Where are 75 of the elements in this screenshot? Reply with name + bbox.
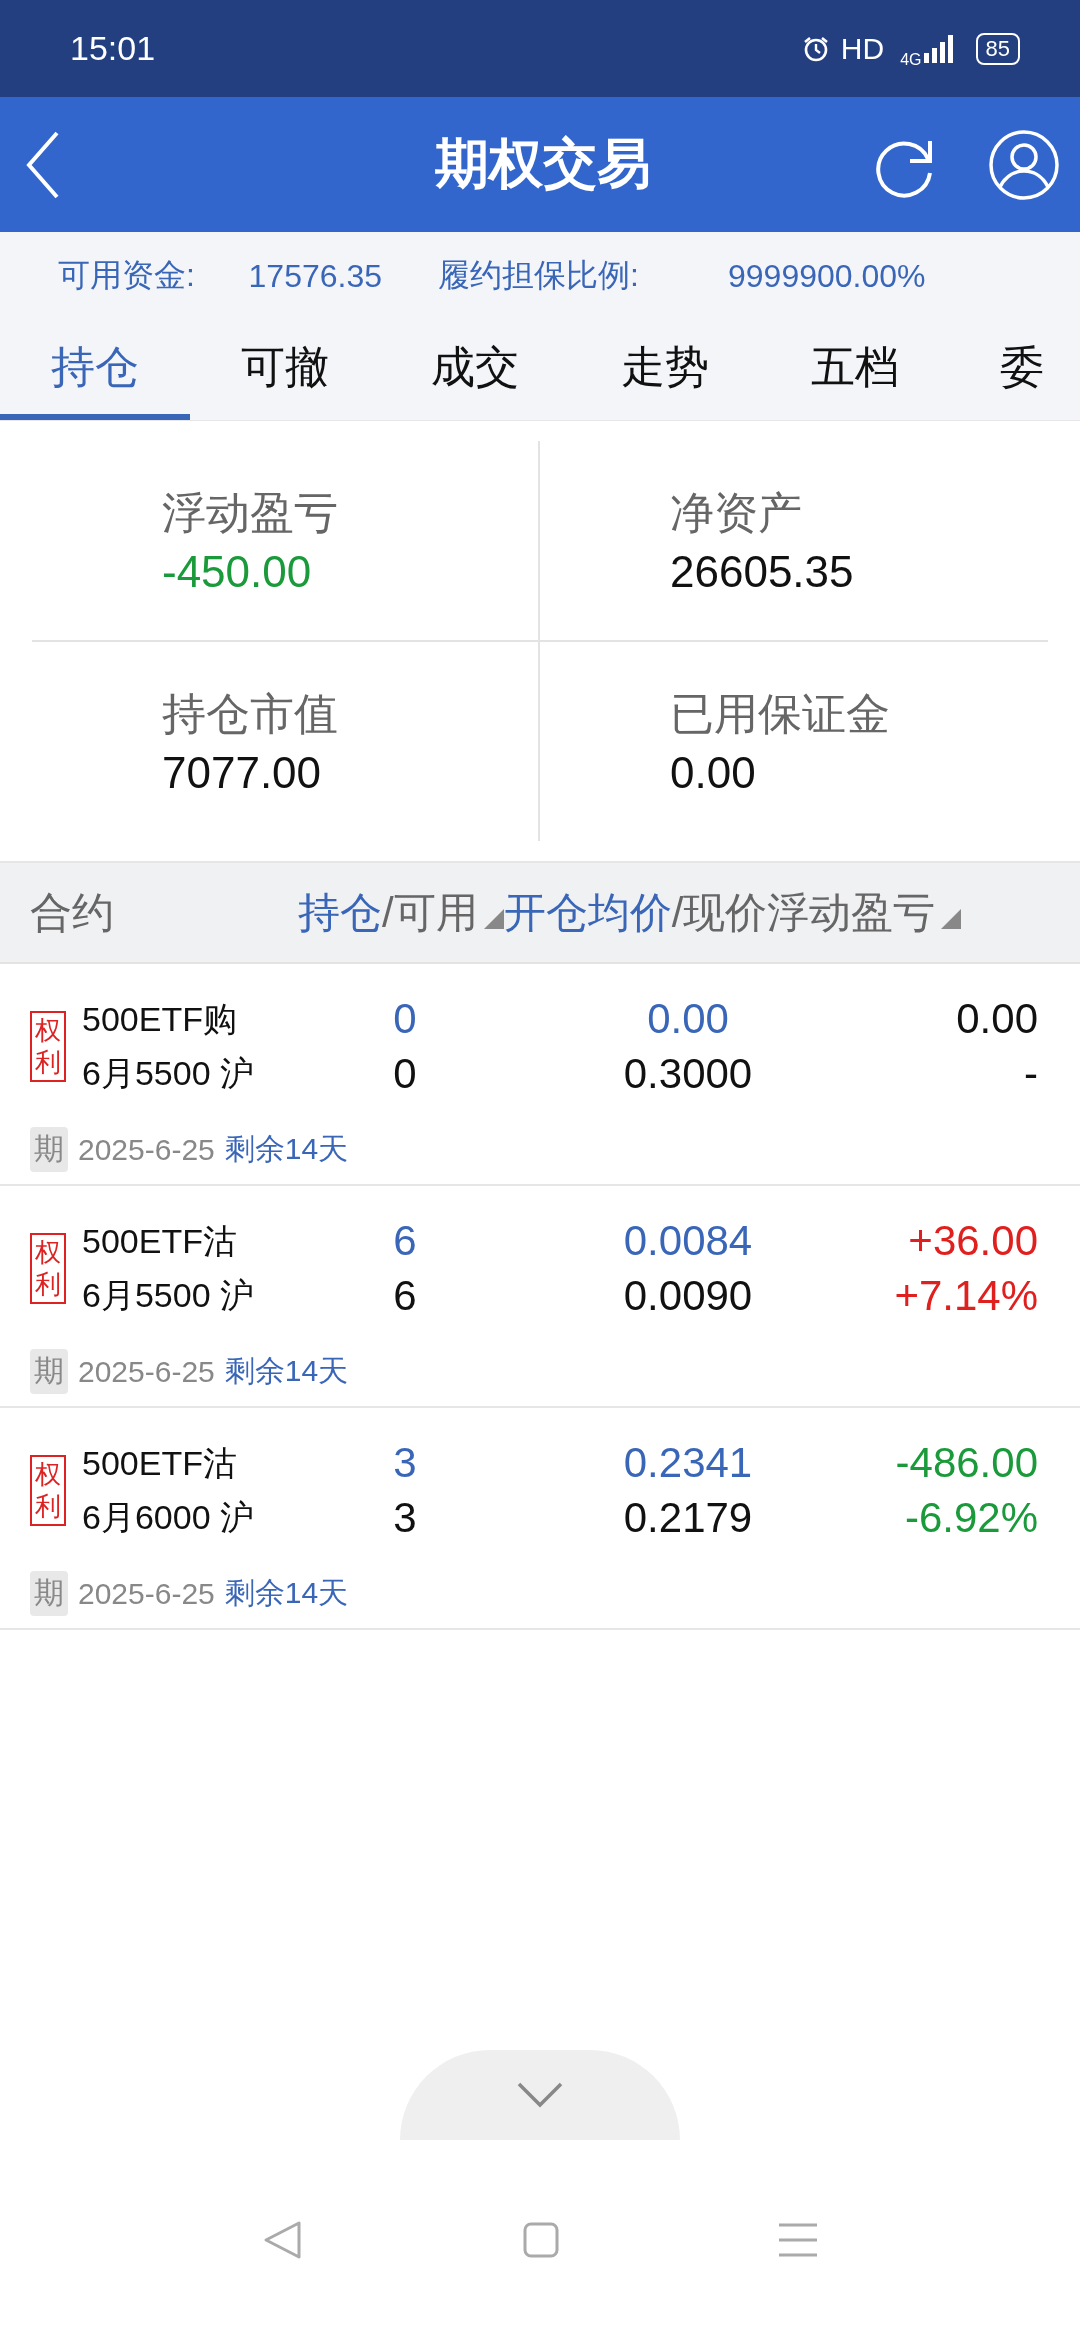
days-remaining: 剩余14天 [224, 1131, 349, 1168]
position-qty: 6 [392, 1216, 418, 1266]
expiry-tag: 期 [30, 1349, 68, 1395]
account-value: 9999900.00% [728, 257, 926, 295]
available-qty: 0 [392, 1048, 418, 1099]
sort-icon[interactable] [941, 908, 962, 929]
contract-name: 500ETF沽 [82, 1220, 238, 1262]
position-row[interactable]: 权利 500ETF购 6月5500 沪 0 0 0.00 0.3000 0.00 - 期 2025-6-25 剩余14天 [0, 964, 1080, 1186]
user-icon[interactable] [988, 128, 1060, 201]
back-icon[interactable] [25, 129, 61, 200]
home-icon[interactable] [523, 2222, 559, 2258]
tab[interactable]: 走势 [570, 320, 760, 420]
option-badge: 权利 [30, 1455, 66, 1526]
column-heading[interactable]: 浮动盈亏 [767, 884, 936, 941]
current-price: 0.2179 [622, 1492, 754, 1543]
option-badge: 权利 [30, 1233, 66, 1304]
summary-label: 净资产 [670, 487, 803, 539]
average-price: 0.0084 [622, 1216, 754, 1266]
account-value: 17576.35 [248, 257, 382, 295]
expiry-date: 2025-6-25 [78, 1132, 215, 1167]
sort-icon[interactable] [483, 908, 504, 929]
position-row[interactable]: 权利 500ETF沽 6月6000 沪 3 3 0.2341 0.2179 -486.00 -6.92% 期 2025-6-25 剩余14天 [0, 1408, 1080, 1630]
summary-label: 浮动盈亏 [162, 487, 339, 539]
summary-label: 持仓市值 [162, 688, 339, 740]
contract-detail: 6月5500 沪 [82, 1274, 254, 1316]
network-type: 4G [900, 50, 922, 69]
battery-indicator: 85 [975, 32, 1020, 65]
days-remaining: 剩余14天 [224, 1353, 349, 1390]
tab[interactable]: 成交 [380, 320, 570, 420]
page-title: 期权交易 [434, 132, 651, 195]
average-price: 0.00 [646, 994, 730, 1044]
profit-loss: -486.00 [894, 1438, 1038, 1488]
tab[interactable]: 委 [950, 320, 1080, 420]
position-qty: 0 [392, 994, 418, 1044]
current-price: 0.3000 [622, 1048, 754, 1099]
menu-icon[interactable] [779, 2223, 817, 2257]
summary-value: 26605.35 [670, 547, 855, 597]
profit-loss-percent: -6.92% [903, 1492, 1038, 1543]
position-row[interactable]: 权利 500ETF沽 6月5500 沪 6 6 0.0084 0.0090 +36.00 +7.14% 期 2025-6-25 剩余14天 [0, 1186, 1080, 1408]
option-badge: 权利 [30, 1011, 66, 1082]
column-heading[interactable]: 开仓均价/现价 [503, 884, 768, 941]
tab[interactable]: 五档 [760, 320, 950, 420]
position-qty: 3 [392, 1438, 418, 1488]
expiry-tag: 期 [30, 1571, 68, 1617]
expiry-date: 2025-6-25 [78, 1354, 215, 1389]
profit-loss-percent: - [1023, 1048, 1038, 1099]
hd-indicator: HD [840, 31, 885, 66]
expiry-date: 2025-6-25 [78, 1576, 215, 1611]
column-heading[interactable]: 持仓/可用 [298, 884, 478, 941]
profit-loss: 0.00 [955, 994, 1038, 1044]
contract-detail: 6月5500 沪 [82, 1052, 254, 1094]
available-qty: 3 [392, 1492, 418, 1543]
summary-value: -450.00 [162, 547, 313, 597]
profit-loss: +36.00 [907, 1216, 1038, 1266]
contract-name: 500ETF购 [82, 998, 238, 1040]
clock-time: 15:01 [70, 29, 156, 68]
average-price: 0.2341 [622, 1438, 754, 1488]
back-nav-icon[interactable] [263, 2220, 303, 2260]
summary-value: 0.00 [670, 748, 757, 798]
contract-detail: 6月6000 沪 [82, 1496, 254, 1538]
profit-loss-percent: +7.14% [893, 1270, 1038, 1321]
contract-name: 500ETF沽 [82, 1442, 238, 1484]
expiry-tag: 期 [30, 1127, 68, 1173]
days-remaining: 剩余14天 [224, 1575, 349, 1612]
signal-icon [923, 34, 954, 63]
tab[interactable]: 持仓 [0, 320, 190, 420]
account-label: 可用资金: [58, 256, 196, 295]
chevron-down-icon [517, 2082, 563, 2108]
tab[interactable]: 可撤 [190, 320, 380, 420]
summary-value: 7077.00 [162, 748, 323, 798]
column-heading[interactable]: 合约 [30, 884, 114, 941]
current-price: 0.0090 [622, 1270, 754, 1321]
summary-label: 已用保证金 [670, 688, 891, 740]
available-qty: 6 [392, 1270, 418, 1321]
account-label: 履约担保比例: [438, 256, 640, 295]
